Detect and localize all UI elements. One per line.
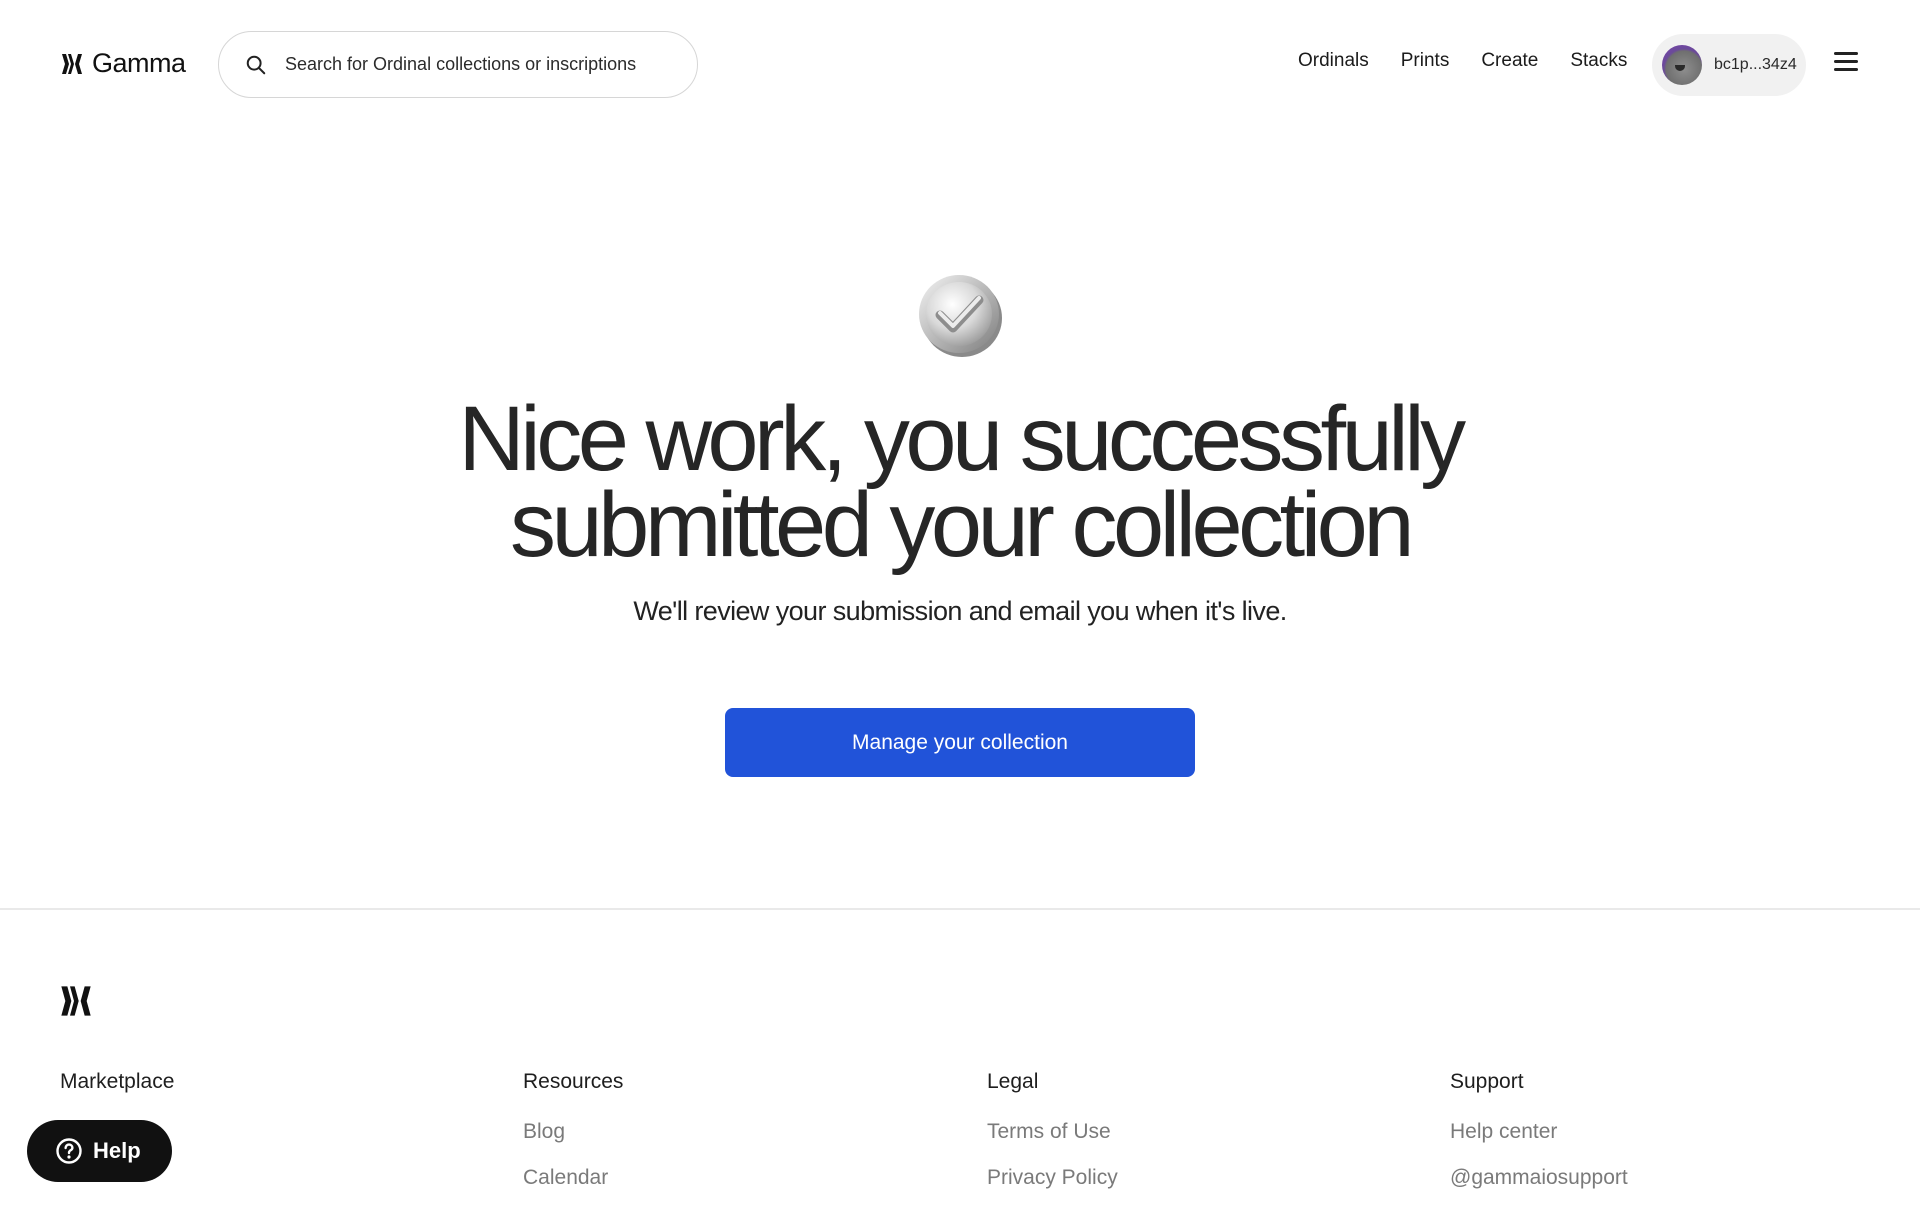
- footer-link-terms[interactable]: Terms of Use: [987, 1120, 1118, 1144]
- nav-item-ordinals[interactable]: Ordinals: [1298, 50, 1369, 72]
- nav-item-prints[interactable]: Prints: [1401, 50, 1450, 72]
- footer-link-privacy[interactable]: Privacy Policy: [987, 1166, 1118, 1190]
- footer-link-help-center[interactable]: Help center: [1450, 1120, 1628, 1144]
- footer-heading: Legal: [987, 1070, 1039, 1093]
- footer-link-calendar[interactable]: Calendar: [523, 1166, 623, 1190]
- footer-column-marketplace: Marketplace: [60, 1070, 174, 1120]
- footer-logo-icon[interactable]: [60, 984, 92, 1018]
- page-title: Nice work, you successfully submitted yo…: [458, 388, 1466, 576]
- check-badge-icon: [919, 275, 1002, 357]
- search-bar[interactable]: Search for Ordinal collections or inscri…: [218, 31, 698, 98]
- menu-icon[interactable]: [1834, 52, 1858, 76]
- footer-link-blog[interactable]: Blog: [523, 1120, 623, 1144]
- brand-name: Gamma: [92, 48, 186, 78]
- question-icon: [56, 1138, 82, 1164]
- footer-column-support: Support Help center @gammaiosupport: [1450, 1070, 1628, 1212]
- gamma-logo-icon: [62, 53, 82, 74]
- footer-heading: Resources: [523, 1070, 624, 1093]
- wallet-button[interactable]: bc1p...34z4: [1652, 34, 1806, 96]
- footer-link-support-handle[interactable]: @gammaiosupport: [1450, 1166, 1628, 1190]
- footer-divider: [0, 908, 1920, 910]
- search-input[interactable]: Search for Ordinal collections or inscri…: [285, 54, 636, 75]
- success-section: Nice work, you successfully submitted yo…: [0, 270, 1920, 777]
- nav-item-stacks[interactable]: Stacks: [1570, 50, 1627, 72]
- nav-item-create[interactable]: Create: [1481, 50, 1538, 72]
- avatar: [1662, 45, 1702, 85]
- main-nav: Ordinals Prints Create Stacks: [1298, 50, 1627, 72]
- help-label: Help: [93, 1138, 141, 1163]
- help-button[interactable]: Help: [27, 1120, 172, 1182]
- footer-column-resources: Resources Blog Calendar: [523, 1070, 623, 1212]
- search-icon: [246, 55, 266, 74]
- footer-heading: Support: [1450, 1070, 1524, 1093]
- footer-column-legal: Legal Terms of Use Privacy Policy: [987, 1070, 1118, 1212]
- footer-heading: Marketplace: [60, 1070, 175, 1093]
- site-header: Gamma Search for Ordinal collections or …: [0, 0, 1920, 130]
- manage-collection-button[interactable]: Manage your collection: [725, 708, 1195, 777]
- wallet-address: bc1p...34z4: [1714, 56, 1797, 73]
- gamma-logo-link[interactable]: Gamma: [60, 48, 186, 79]
- page-subtitle: We'll review your submission and email y…: [633, 596, 1287, 626]
